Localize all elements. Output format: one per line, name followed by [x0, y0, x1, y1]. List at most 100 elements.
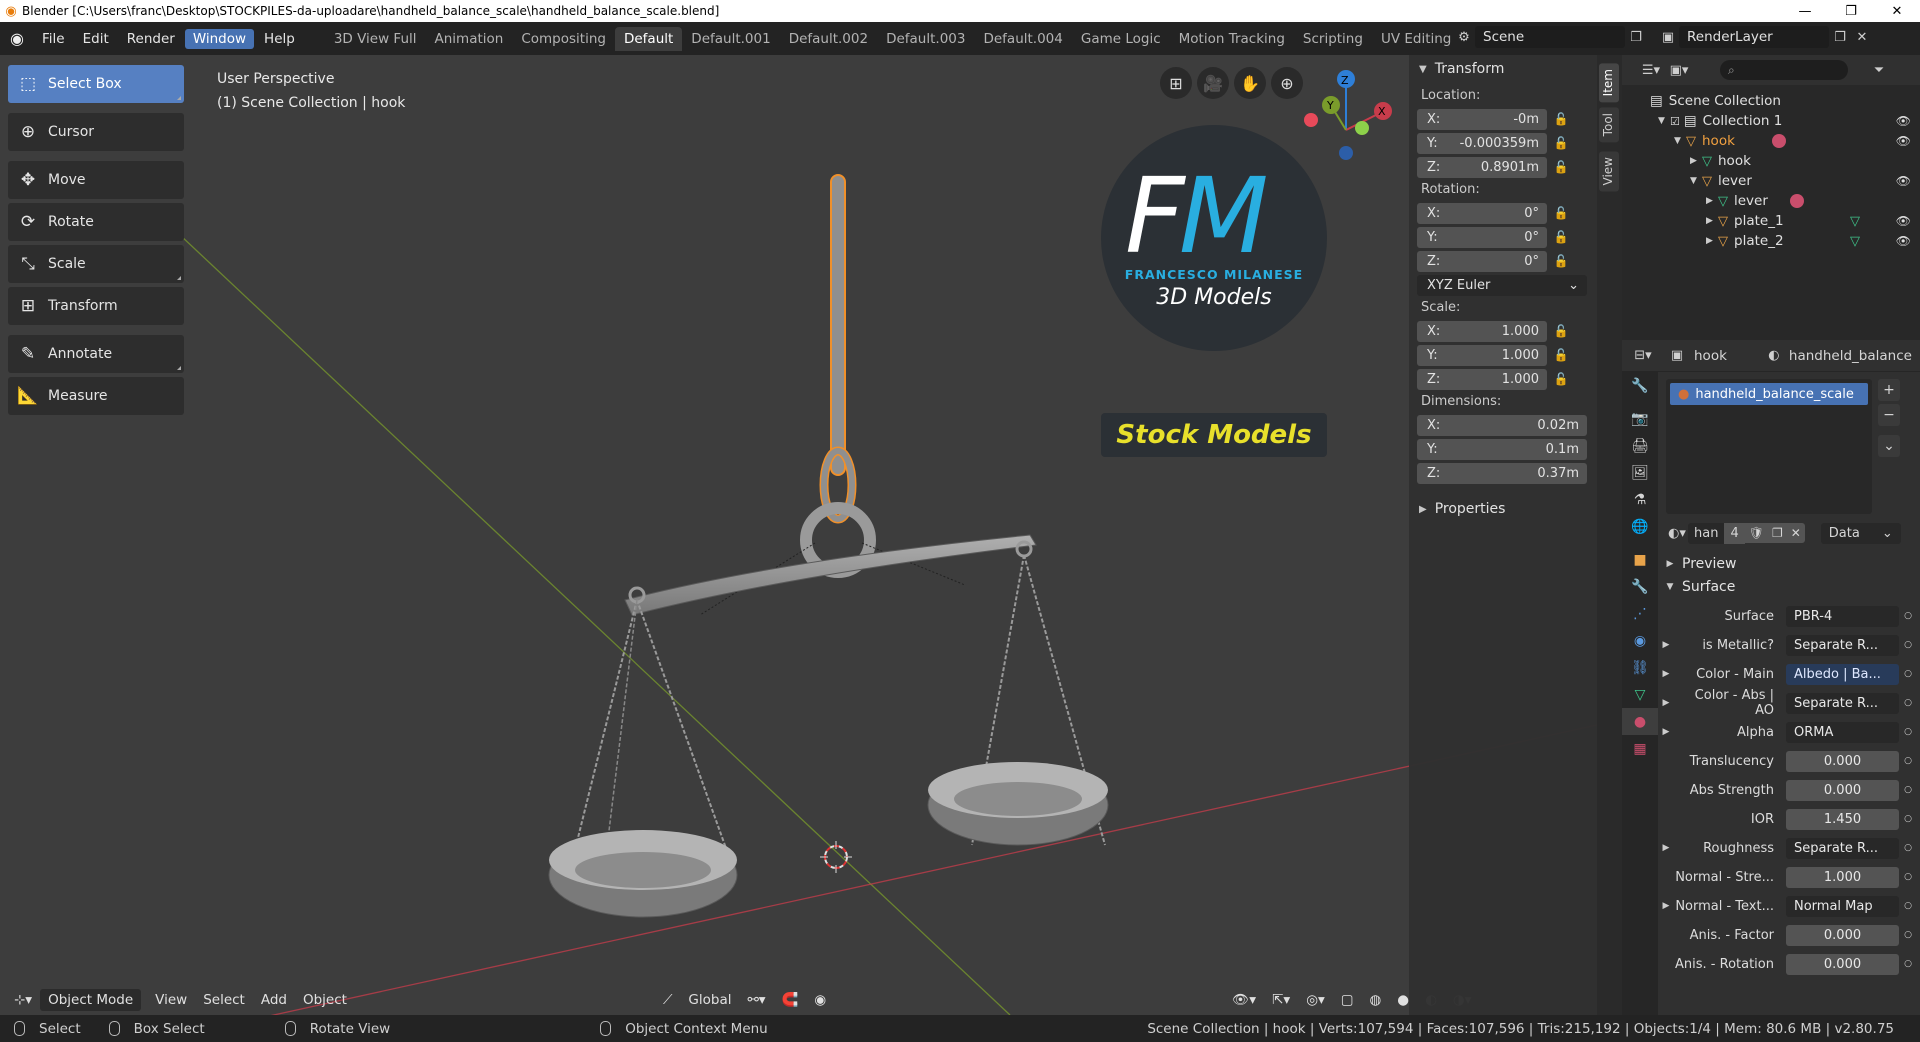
menu-edit[interactable]: Edit [75, 29, 117, 49]
scene-collection-row[interactable]: ▤ Scene Collection [1622, 91, 1920, 111]
visibility-icon[interactable]: 👁▾ [1224, 989, 1264, 1011]
camera-view-icon[interactable]: 🎥 [1197, 67, 1229, 99]
xray-icon[interactable]: ▢ [1333, 989, 1362, 1011]
scale-y-field[interactable]: Y: 1.000 [1417, 344, 1547, 366]
scene-icon[interactable]: ⚙ [1453, 26, 1475, 48]
tool-settings-icon[interactable]: 🔧 [1622, 372, 1658, 399]
overlays-icon[interactable]: ◎▾ [1298, 989, 1333, 1011]
scale-x-field[interactable]: X: 1.000 [1417, 320, 1547, 342]
snap-icon[interactable]: 🧲 [774, 989, 807, 1011]
3d-viewport[interactable]: Z X Y User Perspective (1) Scene Collect… [0, 55, 1597, 1015]
material-slot-list[interactable]: ● handheld_balance_scale [1666, 379, 1872, 514]
zoom-icon[interactable]: ⊕ [1271, 67, 1303, 99]
tab-motion-tracking[interactable]: Motion Tracking [1170, 27, 1294, 51]
link-mode-dropdown[interactable]: Data ⌄ [1820, 522, 1901, 544]
browse-material-icon[interactable]: ◐▾ [1666, 522, 1688, 544]
prop-value-field[interactable]: Separate R... [1786, 634, 1899, 656]
properties-panel-header[interactable]: ▶ Properties [1409, 497, 1597, 521]
prop-value-field[interactable]: 1.450 [1786, 808, 1899, 830]
expand-arrow-icon[interactable]: ▼ [1690, 176, 1702, 186]
outliner-search-input[interactable]: ⌕ [1720, 60, 1848, 80]
tool-move[interactable]: ✥ Move [8, 161, 184, 199]
tool-select-box[interactable]: ⬚ Select Box [8, 65, 184, 103]
prop-value-field[interactable]: PBR-4 [1786, 605, 1899, 627]
prop-value-field[interactable]: Separate R... [1786, 692, 1899, 714]
render-layer-field[interactable]: RenderLayer [1679, 26, 1829, 48]
eye-icon[interactable]: 👁 [1896, 234, 1911, 248]
prop-value-field[interactable]: ORMA [1786, 721, 1899, 743]
new-layer-icon[interactable]: ❐ [1829, 26, 1851, 48]
maximize-button[interactable]: ❐ [1828, 4, 1874, 19]
prop-value-field[interactable]: Albedo | Ba... [1786, 663, 1899, 685]
orientation-selector[interactable]: Global [680, 989, 739, 1011]
proportional-edit-icon[interactable]: ◉ [806, 989, 834, 1011]
expand-arrow-icon[interactable]: ▶ [1658, 669, 1674, 679]
orientation-icon[interactable]: ⟋ [655, 989, 680, 1011]
tool-measure[interactable]: 📐 Measure [8, 377, 184, 415]
mesh-data-icon[interactable]: ▽ [1850, 234, 1860, 249]
object-menu[interactable]: Object [295, 989, 355, 1011]
lock-icon[interactable]: 🔓 [1547, 112, 1575, 126]
collection-row[interactable]: ▼ ☑ ▤ Collection 1 👁 [1622, 111, 1920, 131]
object-props-icon[interactable]: ■ [1622, 546, 1658, 573]
lock-icon[interactable]: 🔓 [1547, 254, 1575, 268]
pivot-icon[interactable]: ⚯▾ [739, 989, 773, 1011]
tool-scale[interactable]: ⤡ Scale [8, 245, 184, 283]
outliner-item-plate-2[interactable]: ▶ ▽ plate_2 ▽ 👁 [1622, 231, 1920, 251]
socket-icon[interactable]: ○ [1899, 727, 1917, 737]
menu-render[interactable]: Render [119, 29, 183, 49]
scene-props-icon[interactable]: ⚗ [1622, 486, 1658, 513]
prop-value-field[interactable]: Separate R... [1786, 837, 1899, 859]
toggle-camera-icon[interactable]: ⊞ [1160, 67, 1192, 99]
display-mode-icon[interactable]: ▣▾ [1668, 59, 1690, 81]
filter-icon[interactable]: ⏷ [1868, 59, 1890, 81]
expand-arrow-icon[interactable]: ▼ [1674, 136, 1686, 146]
tab-default-001[interactable]: Default.001 [682, 27, 779, 51]
add-slot-button[interactable]: + [1878, 379, 1900, 401]
expand-arrow-icon[interactable]: ▶ [1706, 236, 1718, 246]
tab-item[interactable]: Item [1599, 63, 1619, 103]
blender-menu-icon[interactable]: ◉ [0, 29, 34, 48]
location-z-field[interactable]: Z: 0.8901m [1417, 156, 1547, 178]
modifier-icon[interactable]: 🔧 [1622, 573, 1658, 600]
outliner-item-lever[interactable]: ▶ ▽ lever [1622, 191, 1920, 211]
prop-value-field[interactable]: 0.000 [1786, 750, 1899, 772]
material-dot-icon[interactable] [1789, 194, 1804, 208]
menu-window[interactable]: Window [184, 28, 255, 49]
rotation-y-field[interactable]: Y: 0° [1417, 226, 1547, 248]
tab-default-003[interactable]: Default.003 [877, 27, 974, 51]
expand-arrow-icon[interactable]: ▼ [1658, 116, 1670, 126]
tab-uv-editing[interactable]: UV Editing [1372, 27, 1460, 51]
dimensions-z-field[interactable]: Z: 0.37m [1417, 462, 1587, 484]
material-dot-icon[interactable] [1772, 134, 1786, 148]
world-icon[interactable]: 🌐 [1622, 513, 1658, 540]
rotation-z-field[interactable]: Z: 0° [1417, 250, 1547, 272]
gizmo-toggle-icon[interactable]: ⇱▾ [1264, 989, 1298, 1011]
expand-arrow-icon[interactable]: ▶ [1706, 196, 1718, 206]
minimize-button[interactable]: — [1782, 4, 1828, 19]
expand-arrow-icon[interactable]: ▶ [1658, 640, 1674, 650]
location-x-field[interactable]: X: -0m [1417, 108, 1547, 130]
tab-default-004[interactable]: Default.004 [974, 27, 1071, 51]
output-icon[interactable]: 🖨 [1622, 432, 1658, 459]
lock-icon[interactable]: 🔓 [1547, 348, 1575, 362]
eye-icon[interactable]: 👁 [1896, 214, 1911, 228]
outliner-item-hook[interactable]: ▶ ▽ hook [1622, 151, 1920, 171]
outliner-item-hook[interactable]: ▼ ▽ hook 👁 [1622, 131, 1920, 151]
physics-icon[interactable]: ◉ [1622, 627, 1658, 654]
editor-type-icon[interactable]: ⊹▾ [6, 989, 40, 1011]
expand-arrow-icon[interactable]: ▶ [1706, 216, 1718, 226]
expand-arrow-icon[interactable]: ▶ [1658, 698, 1674, 708]
new-scene-icon[interactable]: ❐ [1625, 26, 1647, 48]
tab-default[interactable]: Default [614, 26, 683, 51]
tab-view[interactable]: View [1599, 151, 1619, 192]
socket-icon[interactable]: ○ [1899, 611, 1917, 621]
material-slot-item[interactable]: ● handheld_balance_scale [1670, 383, 1868, 405]
location-y-field[interactable]: Y: -0.000359m [1417, 132, 1547, 154]
outliner-editor-icon[interactable]: ☰▾ [1640, 59, 1662, 81]
remove-slot-button[interactable]: − [1878, 404, 1900, 426]
unlink-icon[interactable]: ✕ [1786, 523, 1805, 543]
socket-icon[interactable]: ○ [1899, 872, 1917, 882]
menu-help[interactable]: Help [256, 29, 303, 49]
prop-value-field[interactable]: Normal Map [1786, 895, 1899, 917]
